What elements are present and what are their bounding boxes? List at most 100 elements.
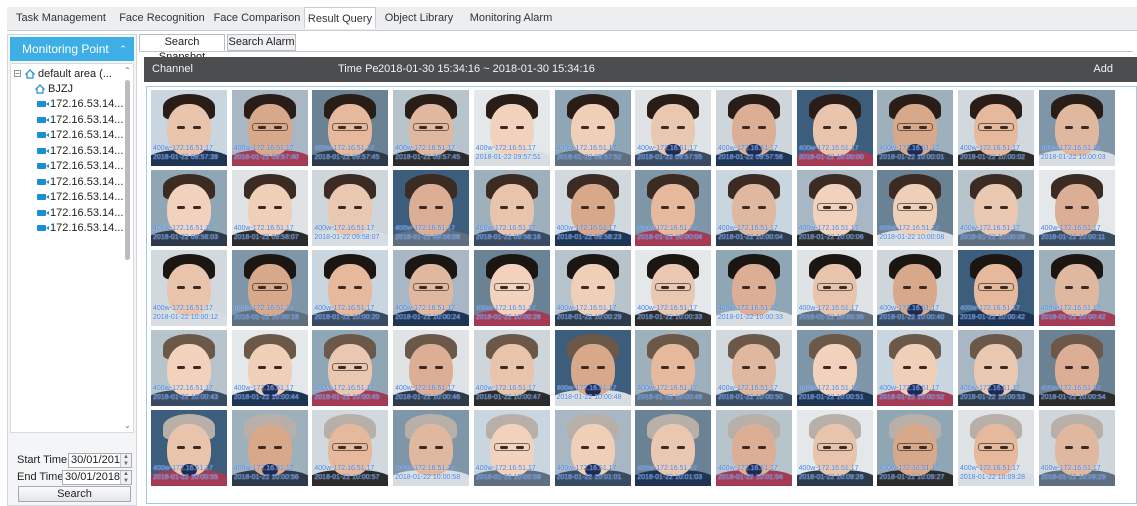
tree-area[interactable]: BJZJ [25, 82, 115, 97]
snapshot-thumbnail[interactable]: 400w-172.16.51.17 2018-01-22 10:00:42 [958, 250, 1034, 326]
tree-camera-item[interactable]: 172.16.53.14... [37, 206, 123, 221]
snapshot-thumbnail[interactable]: 400w-172.16.51.17 2018-01-22 10:00:02 [958, 90, 1034, 166]
snapshot-thumbnail[interactable]: 400w-172.16.51.17 2018-01-22 10:00:50 [715, 330, 792, 406]
snapshot-thumbnail[interactable]: 400w-172.16.51.17 2018-01-22 09:58:03 [151, 170, 227, 246]
snapshot-thumbnail[interactable]: 400w-172.16.51.17 2018-01-22 09:58:07 [231, 170, 308, 246]
end-time-input[interactable]: 30/01/2018 ▲ ▼ [62, 470, 132, 485]
snapshot-thumbnail[interactable]: 400w-172.16.51.17 2018-01-22 10:00:24 [393, 250, 470, 326]
snapshot-thumbnail[interactable]: 400w-172.16.51.17 2018-01-22 09:57:52 [554, 90, 631, 166]
search-button[interactable]: Search [18, 486, 131, 502]
snapshot-thumbnail[interactable]: 400w-172.16.51.17 2018-01-22 10:00:33 [715, 250, 792, 326]
snapshot-thumbnail[interactable]: 400w-172.16.51.17 2018-01-22 10:00:51 [796, 330, 873, 406]
snapshot-thumbnail[interactable]: 400w-172.16.51.17 2018-01-22 10:00:11 [1038, 170, 1115, 246]
add-button[interactable]: Add [1093, 57, 1113, 82]
snapshot-thumbnail[interactable]: 400w-172.16.51.17 2018-01-22 10:00:58 [393, 410, 470, 486]
snapshot-thumbnail[interactable]: 400w-172.16.51.17 2018-01-22 10:00:20 [312, 250, 389, 326]
collapse-icon[interactable]: ⌃ [118, 37, 128, 61]
snapshot-thumbnail[interactable]: 400w-172.16.51.17 2018-01-22 10:09:28 [958, 410, 1034, 486]
tree-camera-item[interactable]: 172.16.53.14... [37, 159, 123, 174]
snapshot-thumbnail[interactable]: 400w-172.16.51.17 2018-01-22 10:00:08 [877, 170, 954, 246]
snapshot-time-caption: 2018-01-22 09:58:07 [233, 234, 299, 241]
spin-down-icon[interactable]: ▼ [121, 461, 131, 467]
snapshot-thumbnail[interactable]: 400w-172.16.51.17 2018-01-22 10:09:26 [796, 410, 873, 486]
snapshot-thumbnail[interactable]: 400w-172.16.51.17 2018-01-22 10:00:29 [554, 250, 631, 326]
snapshot-thumbnail[interactable]: 400w-172.16.51.17 2018-01-22 09:58:23 [554, 170, 631, 246]
snapshot-thumbnail[interactable]: 400w-172.16.51.17 2018-01-22 10:00:00 [796, 90, 873, 166]
snapshot-channel-caption: 400w-172.16.51.17 [798, 465, 859, 472]
scroll-down-icon[interactable]: ⌄ [124, 421, 131, 431]
snapshot-thumbnail[interactable]: 400w-172.16.51.17 2018-01-22 10:00:59 [473, 410, 550, 486]
snapshot-thumbnail[interactable]: 400w-172.16.51.17 2018-01-22 10:00:57 [312, 410, 389, 486]
snapshot-thumbnail[interactable]: 400w-172.16.51.17 2018-01-22 10:01:04 [715, 410, 792, 486]
tab-monitoring-alarm[interactable]: Monitoring Alarm [465, 7, 557, 29]
snapshot-thumbnail[interactable]: 400w-172.16.51.17 2018-01-22 10:00:43 [151, 330, 227, 406]
snapshot-thumbnail[interactable]: 400w-172.16.51.17 2018-01-22 10:00:09 [958, 170, 1034, 246]
tree-camera-item[interactable]: 172.16.53.14... [37, 144, 123, 159]
snapshot-thumbnail[interactable]: 400w-172.16.51.17 2018-01-22 10:09:27 [877, 410, 954, 486]
snapshot-thumbnail[interactable]: 400w-172.16.51.17 2018-01-22 10:00:06 [796, 170, 873, 246]
tab-result-query[interactable]: Result Query [304, 7, 376, 29]
snapshot-thumbnail[interactable]: 400w-172.16.51.17 2018-01-22 10:00:40 [877, 250, 954, 326]
snapshot-image-part [413, 123, 450, 131]
tab-object-library[interactable]: Object Library [379, 7, 459, 29]
tab-search-snapshot[interactable]: Search Snapshot [139, 34, 225, 63]
snapshot-thumbnail[interactable]: 400w-172.16.51.17 2018-01-22 10:00:45 [312, 330, 389, 406]
tab-search-alarm[interactable]: Search Alarm [227, 34, 296, 51]
snapshot-thumbnail[interactable]: 400w-172.16.51.17 2018-01-22 09:57:45 [393, 90, 470, 166]
snapshot-thumbnail[interactable]: 400w-172.16.51.17 2018-01-22 10:00:44 [231, 330, 308, 406]
snapshot-thumbnail[interactable]: 400w-172.16.51.17 2018-01-22 10:00:55 [151, 410, 227, 486]
spin-down-icon[interactable]: ▼ [121, 478, 131, 484]
snapshot-thumbnail[interactable]: 400w-172.16.51.17 2018-01-22 09:58:08 [393, 170, 470, 246]
snapshot-thumbnail[interactable]: 400w-172.16.51.17 2018-01-22 10:00:33 [635, 250, 712, 326]
snapshot-thumbnail[interactable]: 400w-172.16.51.17 2018-01-22 10:00:52 [877, 330, 954, 406]
end-time-spinner[interactable]: ▲ ▼ [120, 471, 131, 484]
snapshot-thumbnail[interactable]: 400w-172.16.51.17 2018-01-22 09:57:55 [635, 90, 712, 166]
collapse-tree-icon[interactable]: − [14, 70, 21, 78]
snapshot-thumbnail[interactable]: 400w-172.16.51.17 2018-01-22 10:00:26 [473, 250, 550, 326]
snapshot-thumbnail[interactable]: 400w-172.16.51.17 2018-01-22 10:01:03 [635, 410, 712, 486]
snapshot-thumbnail[interactable]: 400w-172.16.51.17 2018-01-22 09:57:40 [231, 90, 308, 166]
snapshot-thumbnail[interactable]: 400w-172.16.51.17 2018-01-22 10:00:04 [635, 170, 712, 246]
snapshot-thumbnail[interactable]: 400w-172.16.51.17 2018-01-22 10:00:18 [231, 250, 308, 326]
snapshot-thumbnail[interactable]: 400w-172.16.51.17 2018-01-22 10:00:56 [231, 410, 308, 486]
snapshot-thumbnail[interactable]: 400w-172.16.51.17 2018-01-22 09:57:51 [473, 90, 550, 166]
tab-face-recognition[interactable]: Face Recognition [115, 7, 209, 29]
scroll-up-icon[interactable]: ⌃ [124, 66, 131, 76]
scroll-thumb[interactable] [125, 80, 130, 260]
snapshot-thumbnail[interactable]: 400w-172.16.51.17 2018-01-22 09:58:07 [312, 170, 389, 246]
snapshot-thumbnail[interactable]: 400w-172.16.51.17 2018-01-22 09:58:16 [473, 170, 550, 246]
tree-camera-item[interactable]: 172.16.53.14... [37, 113, 123, 128]
snapshot-thumbnail[interactable]: 400w-172.16.51.17 2018-01-22 10:00:36 [796, 250, 873, 326]
snapshot-thumbnail[interactable]: 400w-172.16.51.17 2018-01-22 10:00:42 [1038, 250, 1115, 326]
snapshot-thumbnail[interactable]: 400w-172.16.51.17 2018-01-22 10:00:54 [1038, 330, 1115, 406]
monitoring-point-header[interactable]: Monitoring Point ⌃ [10, 37, 134, 61]
tree-camera-item[interactable]: 172.16.53.14... [37, 221, 123, 236]
snapshot-thumbnail[interactable]: 400w-172.16.51.17 2018-01-22 10:00:46 [393, 330, 470, 406]
snapshot-thumbnail[interactable]: 400w-172.16.51.17 2018-01-22 10:00:04 [715, 170, 792, 246]
tree-camera-item[interactable]: 172.16.53.14... [37, 128, 123, 143]
snapshot-thumbnail[interactable]: 400w-172.16.51.17 2018-01-22 10:00:49 [635, 330, 712, 406]
tree-scrollbar[interactable]: ⌃ ⌄ [124, 66, 131, 431]
snapshot-thumbnail[interactable]: 400w-172.16.51.17 2018-01-22 10:00:48 [554, 330, 631, 406]
spin-up-icon[interactable]: ▲ [121, 454, 131, 461]
camera-icon [37, 101, 49, 107]
snapshot-thumbnail[interactable]: 400w-172.16.51.17 2018-01-22 09:57:39 [151, 90, 227, 166]
snapshot-thumbnail[interactable]: 400w-172.16.51.17 2018-01-22 10:00:01 [877, 90, 954, 166]
tree-camera-item[interactable]: 172.16.53.14... [37, 175, 123, 190]
spin-up-icon[interactable]: ▲ [121, 471, 131, 478]
tree-camera-item[interactable]: 172.16.53.14... [37, 97, 123, 112]
snapshot-thumbnail[interactable]: 400w-172.16.51.17 2018-01-22 09:57:45 [312, 90, 389, 166]
tree-root[interactable]: − default area (... [13, 67, 123, 82]
snapshot-thumbnail[interactable]: 400w-172.16.51.17 2018-01-22 10:00:47 [473, 330, 550, 406]
start-time-input[interactable]: 30/01/201 ▲ ▼ [68, 453, 132, 468]
tab-face-comparison[interactable]: Face Comparison [210, 7, 304, 29]
snapshot-thumbnail[interactable]: 400w-172.16.51.17 2018-01-22 10:00:03 [1038, 90, 1115, 166]
tab-task-management[interactable]: Task Management [11, 7, 111, 29]
snapshot-thumbnail[interactable]: 400w-172.16.51.17 2018-01-22 10:01:01 [554, 410, 631, 486]
snapshot-thumbnail[interactable]: 400w-172.16.51.17 2018-01-22 09:57:56 [715, 90, 792, 166]
snapshot-thumbnail[interactable]: 400w-172.16.51.17 2018-01-22 10:09:29 [1038, 410, 1115, 486]
start-time-spinner[interactable]: ▲ ▼ [120, 454, 131, 467]
snapshot-thumbnail[interactable]: 400w-172.16.51.17 2018-01-22 10:00:53 [958, 330, 1034, 406]
snapshot-thumbnail[interactable]: 400w-172.16.51.17 2018-01-22 10:00:12 [151, 250, 227, 326]
tree-camera-item[interactable]: 172.16.53.14... [37, 190, 123, 205]
